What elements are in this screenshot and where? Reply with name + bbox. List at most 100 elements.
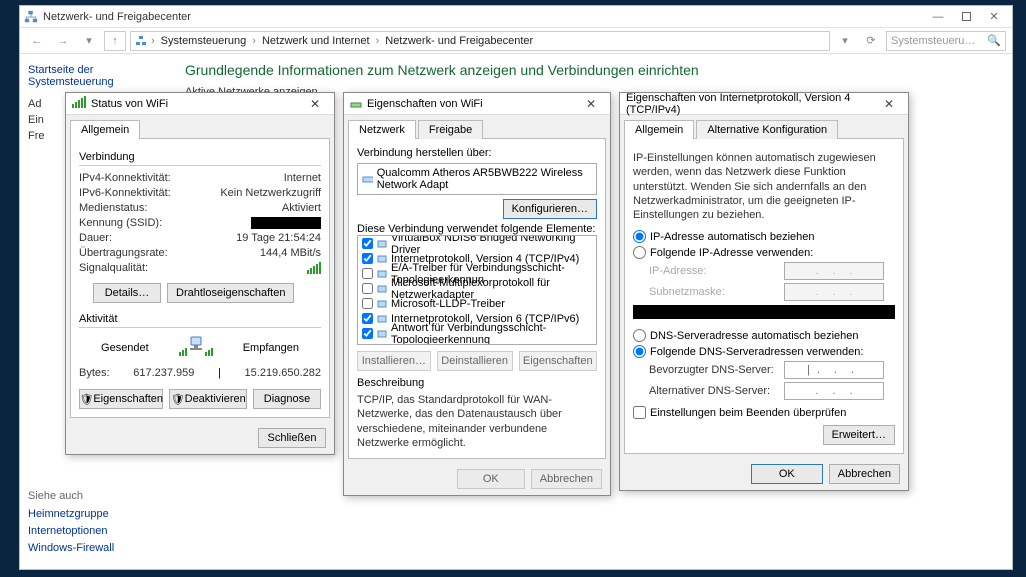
radio-ip-manual[interactable] (633, 246, 646, 259)
see-also-link[interactable]: Heimnetzgruppe (28, 508, 114, 520)
preferred-dns-input[interactable]: |... (784, 361, 884, 379)
up-button[interactable]: ↑ (104, 31, 126, 51)
group-connection: Verbindung (79, 151, 321, 163)
protocol-item[interactable]: Antwort für Verbindungsschicht-Topologie… (358, 326, 596, 341)
protocol-checkbox[interactable] (362, 253, 373, 264)
configure-button[interactable]: Konfigurieren… (503, 199, 597, 219)
see-also-link[interactable]: Internetoptionen (28, 525, 114, 537)
network-icon (24, 10, 38, 24)
protocol-checkbox[interactable] (362, 268, 373, 279)
tab-alternative[interactable]: Alternative Konfiguration (696, 120, 838, 139)
protocol-checkbox[interactable] (362, 283, 373, 294)
protocol-icon (376, 328, 388, 340)
details-button[interactable]: Details… (93, 283, 161, 303)
see-also-header: Siehe auch (28, 490, 114, 502)
dialog-titlebar[interactable]: Eigenschaften von Internetprotokoll, Ver… (620, 93, 908, 115)
sidebar-header[interactable]: Startseite der Systemsteuerung (28, 64, 167, 88)
close-button[interactable]: ✕ (578, 95, 604, 113)
radio-ip-auto[interactable] (633, 230, 646, 243)
media-value: Aktiviert (282, 202, 321, 214)
diagnose-button[interactable]: Diagnose (253, 389, 321, 409)
intro-text: IP-Einstellungen können automatisch zuge… (633, 151, 895, 222)
dialog-title: Status von WiFi (91, 98, 302, 110)
nav-toolbar: ← → ▾ ↑ › Systemsteuerung› Netzwerk und … (20, 28, 1012, 54)
ok-button[interactable]: OK (457, 469, 525, 489)
bytes-received: 15.219.650.282 (245, 367, 321, 379)
breadcrumb-item[interactable]: Netzwerk- und Freigabecenter (385, 35, 533, 47)
protocol-icon (376, 268, 388, 280)
description-text: TCP/IP, das Standardprotokoll für WAN-Ne… (357, 393, 597, 450)
dialog-titlebar[interactable]: Status von WiFi ✕ (66, 93, 334, 115)
radio-ip-manual-label: Folgende IP-Adresse verwenden: (650, 247, 813, 259)
history-dropdown[interactable]: ▾ (78, 31, 100, 51)
protocol-icon (376, 238, 388, 250)
dialog-title: Eigenschaften von WiFi (367, 98, 578, 110)
back-button[interactable]: ← (26, 31, 48, 51)
install-button[interactable]: Installieren… (357, 351, 431, 371)
protocol-checkbox[interactable] (362, 328, 373, 339)
radio-ip-auto-label: IP-Adresse automatisch beziehen (650, 231, 814, 243)
protocol-icon (376, 283, 388, 295)
search-input[interactable]: Systemsteueru… 🔍 (886, 31, 1006, 51)
ipv6-label: IPv6-Konnektivität: (79, 187, 171, 199)
breadcrumb-item[interactable]: Netzwerk und Internet (262, 35, 370, 47)
ok-button[interactable]: OK (751, 464, 823, 484)
cancel-button[interactable]: Abbrechen (531, 469, 602, 489)
chevron-down-icon[interactable]: ▾ (834, 31, 856, 51)
minimize-button[interactable]: — (924, 8, 952, 26)
subnet-mask-input: ... (784, 283, 884, 301)
item-properties-button[interactable]: Eigenschaften (519, 351, 597, 371)
see-also-link[interactable]: Windows-Firewall (28, 542, 114, 554)
close-dialog-button[interactable]: Schließen (258, 428, 326, 448)
ipv4-properties-dialog: Eigenschaften von Internetprotokoll, Ver… (619, 92, 909, 491)
wifi-properties-dialog: Eigenschaften von WiFi ✕ Netzwerk Freiga… (343, 92, 611, 496)
alternate-dns-input[interactable]: ... (784, 382, 884, 400)
protocol-icon (376, 313, 388, 325)
ipv6-value: Kein Netzwerkzugriff (220, 187, 321, 199)
search-icon: 🔍 (987, 34, 1001, 47)
protocol-list[interactable]: VirtualBox NDIS6 Bridged Networking Driv… (357, 235, 597, 345)
refresh-button[interactable]: ⟳ (860, 31, 882, 51)
bytes-sent: 617.237.959 (133, 367, 194, 379)
tab-network[interactable]: Netzwerk (348, 120, 416, 139)
disable-button[interactable]: 🛡 Deaktivieren (169, 389, 247, 409)
radio-dns-auto[interactable] (633, 329, 646, 342)
breadcrumb-item[interactable]: Systemsteuerung (161, 35, 247, 47)
ip-address-input: ... (784, 262, 884, 280)
close-button[interactable]: ✕ (876, 95, 902, 113)
adapter-name: Qualcomm Atheros AR5BWB222 Wireless Netw… (377, 167, 592, 191)
wireless-properties-button[interactable]: Drahtloseigenschaften (167, 283, 294, 303)
dialog-titlebar[interactable]: Eigenschaften von WiFi ✕ (344, 93, 610, 115)
cancel-button[interactable]: Abbrechen (829, 464, 900, 484)
close-button[interactable]: ✕ (980, 8, 1008, 26)
protocol-checkbox[interactable] (362, 313, 373, 324)
advanced-button[interactable]: Erweitert… (823, 425, 895, 445)
maximize-button[interactable] (952, 8, 980, 26)
protocol-label: Microsoft-LLDP-Treiber (391, 298, 505, 310)
validate-label: Einstellungen beim Beenden überprüfen (650, 407, 846, 419)
uninstall-button[interactable]: Deinstallieren (437, 351, 513, 371)
radio-dns-manual-label: Folgende DNS-Serveradressen verwenden: (650, 346, 863, 358)
duration-label: Dauer: (79, 232, 112, 244)
signal-value (307, 262, 321, 277)
close-button[interactable]: ✕ (302, 95, 328, 113)
signal-icon (72, 96, 86, 111)
radio-dns-manual[interactable] (633, 345, 646, 358)
alternate-dns-label: Alternativer DNS-Server: (649, 385, 784, 397)
activity-icon (179, 334, 213, 361)
sent-label: Gesendet (101, 342, 149, 354)
radio-dns-auto-label: DNS-Serveradresse automatisch beziehen (650, 330, 859, 342)
adapter-icon (362, 173, 373, 185)
tab-general[interactable]: Allgemein (70, 120, 140, 139)
tab-sharing[interactable]: Freigabe (418, 120, 483, 139)
protocol-item[interactable]: VirtualBox NDIS6 Bridged Networking Driv… (358, 236, 596, 251)
breadcrumb[interactable]: › Systemsteuerung› Netzwerk und Internet… (130, 31, 830, 51)
bytes-label: Bytes: (79, 367, 110, 379)
protocol-checkbox[interactable] (362, 238, 373, 249)
tab-general[interactable]: Allgemein (624, 120, 694, 139)
forward-button[interactable]: → (52, 31, 74, 51)
protocol-checkbox[interactable] (362, 298, 373, 309)
properties-button[interactable]: 🛡 Eigenschaften (79, 389, 163, 409)
validate-checkbox[interactable] (633, 406, 646, 419)
protocol-item[interactable]: Microsoft-Multiplexorprotokoll für Netzw… (358, 281, 596, 296)
